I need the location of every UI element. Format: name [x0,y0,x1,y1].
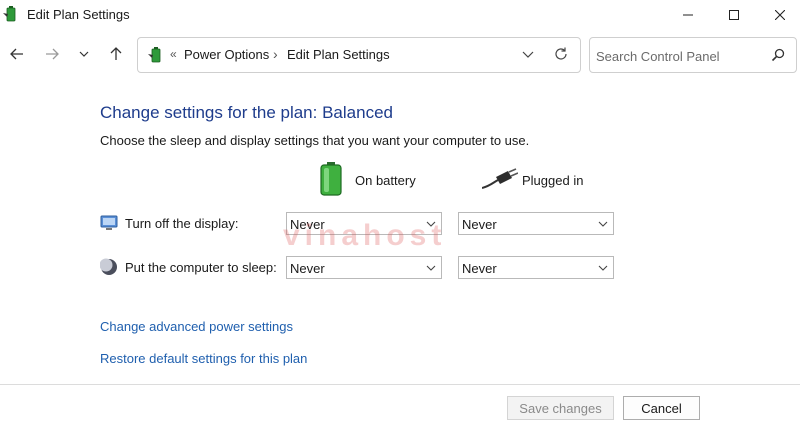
close-icon [775,10,785,20]
up-button[interactable] [104,42,128,66]
search-input[interactable] [596,46,766,66]
close-button[interactable] [757,0,800,30]
search-box[interactable] [589,37,797,73]
minimize-icon [683,14,693,16]
footer: Save changes Cancel [0,385,800,439]
chevron-down-icon [598,221,608,227]
maximize-icon [729,10,739,20]
on-battery-label: On battery [355,173,416,188]
restore-defaults-link[interactable]: Restore default settings for this plan [100,351,307,366]
sleep-setting-label: Put the computer to sleep: [125,260,277,275]
maximize-button[interactable] [711,0,757,30]
sleep-battery-select[interactable]: Never [286,256,442,279]
display-plugged-value: Never [462,217,497,232]
window-title: Edit Plan Settings [27,7,130,22]
plug-icon [482,168,518,189]
cancel-button[interactable]: Cancel [623,396,700,420]
breadcrumb-separator: › [273,46,278,62]
display-battery-select[interactable]: Never [286,212,442,235]
recent-locations-button[interactable] [72,42,96,66]
power-options-icon [148,47,161,63]
breadcrumb-edit-plan-settings[interactable]: Edit Plan Settings [287,47,390,62]
breadcrumb-overflow[interactable]: « [170,47,177,61]
refresh-icon[interactable] [553,46,569,62]
save-changes-button[interactable]: Save changes [507,396,614,420]
address-dropdown-icon[interactable] [520,46,536,62]
title-bar: Edit Plan Settings [0,0,800,30]
search-icon[interactable] [771,48,785,62]
battery-icon [320,162,342,196]
page-subtitle: Choose the sleep and display settings th… [100,133,530,148]
display-setting-label: Turn off the display: [125,216,239,231]
display-battery-value: Never [290,217,325,232]
minimize-button[interactable] [665,0,711,30]
address-bar[interactable]: « Power Options › Edit Plan Settings [137,37,581,73]
arrow-right-icon [46,48,59,60]
chevron-down-icon [598,265,608,271]
chevron-down-icon [79,51,89,57]
power-options-icon [3,6,16,22]
page-title: Change settings for the plan: Balanced [100,103,393,122]
arrow-up-icon [110,47,122,60]
back-button[interactable] [5,42,29,66]
sleep-battery-value: Never [290,261,325,276]
chevron-down-icon [426,265,436,271]
forward-button[interactable] [40,42,64,66]
chevron-down-icon [426,221,436,227]
advanced-power-settings-link[interactable]: Change advanced power settings [100,319,293,334]
sleep-plugged-select[interactable]: Never [458,256,614,279]
display-plugged-select[interactable]: Never [458,212,614,235]
arrow-left-icon [10,48,23,60]
plugged-in-label: Plugged in [522,173,584,188]
breadcrumb-power-options[interactable]: Power Options [184,47,269,62]
monitor-icon [100,215,118,230]
sleep-plugged-value: Never [462,261,497,276]
moon-icon [100,258,117,275]
